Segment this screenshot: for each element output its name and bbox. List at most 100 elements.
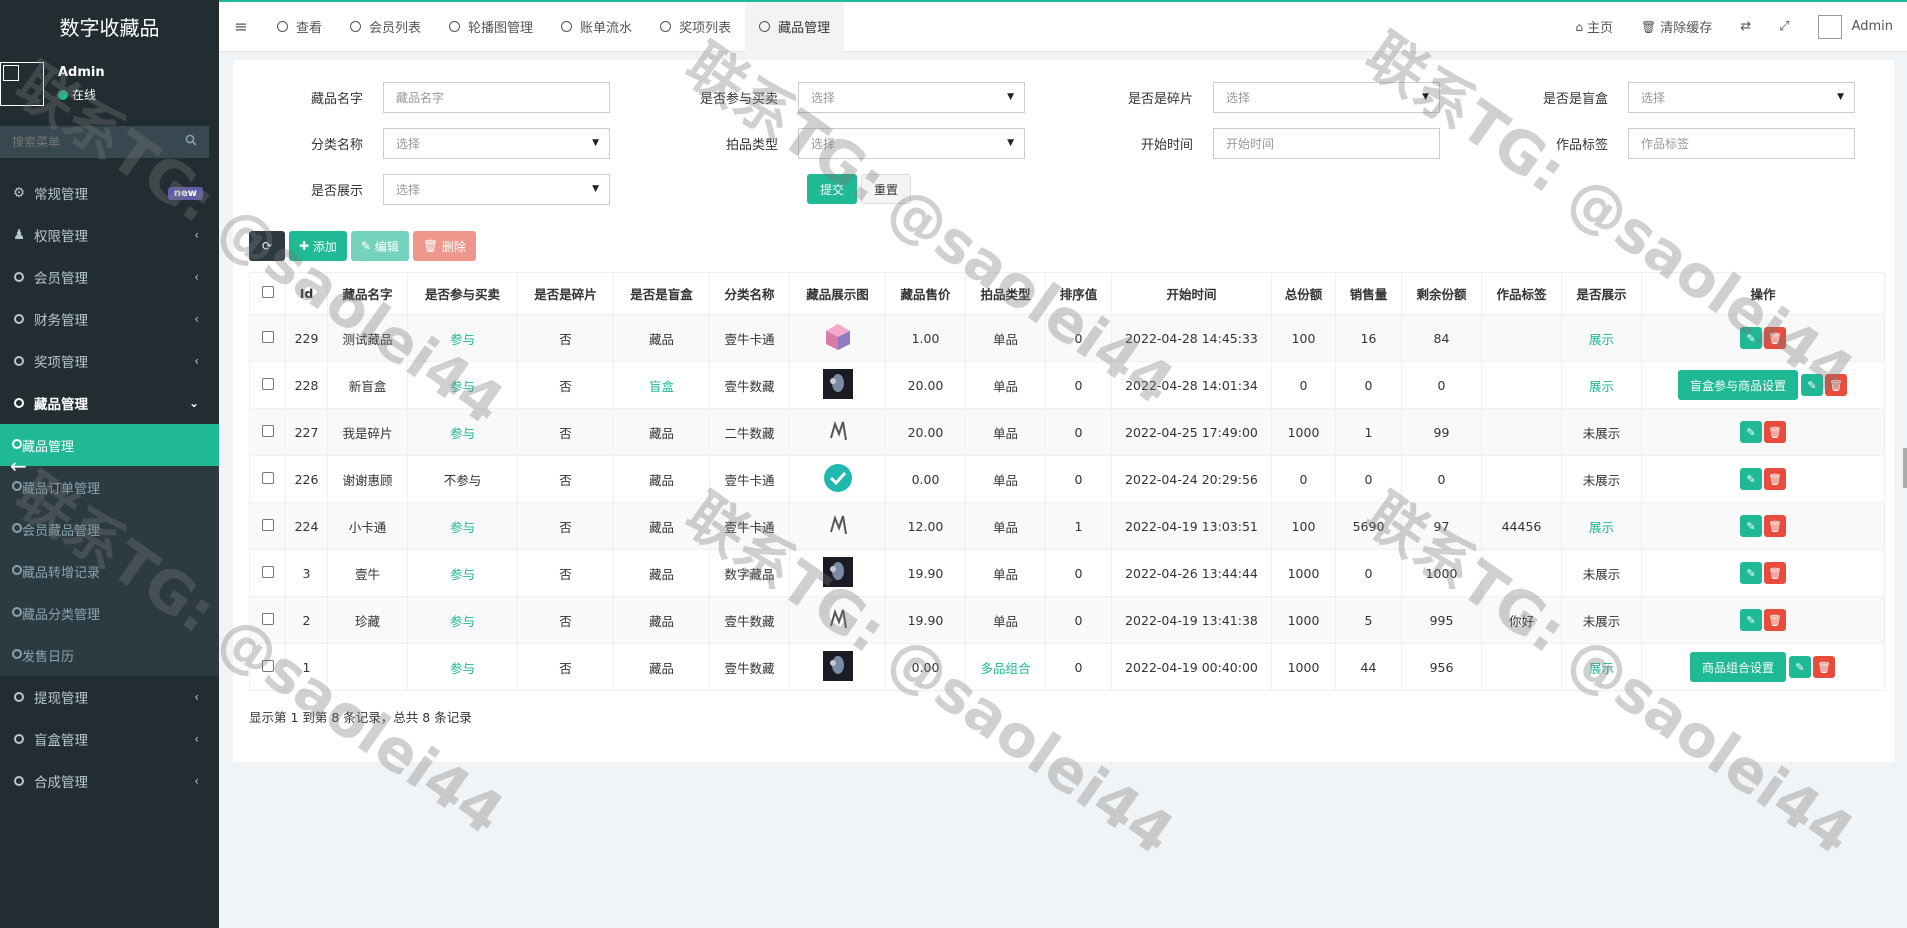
- collection-thumbnail[interactable]: [822, 415, 853, 446]
- col-header[interactable]: 分类名称: [709, 272, 790, 315]
- sidebar-item-member[interactable]: 会员管理 ‹: [0, 256, 219, 298]
- sidebar-subitem-calendar[interactable]: 发售日历: [0, 634, 219, 676]
- sidebar-subitem-transfer[interactable]: 藏品转增记录: [0, 550, 219, 592]
- col-header[interactable]: 是否是碎片: [517, 272, 614, 315]
- row-edit-button[interactable]: ✎: [1789, 656, 1811, 678]
- row-checkbox[interactable]: [261, 471, 274, 484]
- row-checkbox[interactable]: [261, 659, 274, 672]
- col-header[interactable]: 销售量: [1335, 272, 1402, 315]
- row-delete-button[interactable]: 🗑: [1764, 327, 1786, 349]
- sidebar-item-permission[interactable]: ♟ 权限管理 ‹: [0, 214, 219, 256]
- collection-thumbnail[interactable]: [822, 368, 853, 399]
- col-header[interactable]: 拍品类型: [965, 272, 1046, 315]
- sidebar-subitem-collection[interactable]: 藏品管理: [0, 424, 219, 466]
- filter-trade-select[interactable]: 选择: [798, 82, 1025, 113]
- filter-blindbox-select[interactable]: 选择: [1628, 82, 1855, 113]
- reset-button[interactable]: 重置: [861, 174, 911, 204]
- cell-trade[interactable]: 参与: [407, 408, 518, 456]
- col-header[interactable]: 藏品名字: [327, 272, 408, 315]
- row-checkbox[interactable]: [261, 518, 274, 531]
- filter-auction-select[interactable]: 选择: [798, 128, 1025, 159]
- extra-setting-button[interactable]: 商品组合设置: [1689, 652, 1786, 682]
- col-header[interactable]: 开始时间: [1111, 272, 1272, 315]
- row-edit-button[interactable]: ✎: [1740, 515, 1762, 537]
- row-checkbox[interactable]: [261, 612, 274, 625]
- add-button[interactable]: ✚ 添加: [289, 231, 347, 261]
- col-header[interactable]: 作品标签: [1481, 272, 1562, 315]
- row-delete-button[interactable]: 🗑: [1764, 468, 1786, 490]
- row-edit-button[interactable]: ✎: [1740, 327, 1762, 349]
- sidebar-search-input[interactable]: [0, 126, 209, 158]
- home-link[interactable]: ⌂ 主页: [1561, 17, 1627, 37]
- table-row[interactable]: 229 测试藏品 参与否藏品 壹牛卡通 1.00 单品 0 2022-04-28 14:45:…: [249, 314, 1885, 362]
- collection-thumbnail[interactable]: [822, 556, 853, 587]
- col-header[interactable]: 剩余份额: [1401, 272, 1482, 315]
- cell-show[interactable]: 展示: [1561, 502, 1642, 550]
- col-header[interactable]: 排序值: [1045, 272, 1112, 315]
- filter-category-select[interactable]: 选择: [383, 128, 610, 159]
- col-header[interactable]: 藏品展示图: [789, 272, 886, 315]
- filter-fragment-select[interactable]: 选择: [1213, 82, 1440, 113]
- cell-box[interactable]: 盲盒: [613, 361, 710, 409]
- col-header[interactable]: 是否参与买卖: [407, 272, 518, 315]
- sidebar-subitem-orders[interactable]: 藏品订单管理: [0, 466, 219, 508]
- row-edit-button[interactable]: ✎: [1740, 468, 1762, 490]
- fullscreen-icon[interactable]: ⤢: [1765, 19, 1803, 34]
- edit-button[interactable]: ✎ 编辑: [350, 231, 409, 261]
- sidebar-item-withdraw[interactable]: 提现管理 ‹: [0, 676, 219, 718]
- cell-show[interactable]: 展示: [1561, 643, 1642, 691]
- select-all-checkbox[interactable]: [261, 286, 274, 298]
- table-row[interactable]: 226 谢谢惠顾 不参与否藏品 壹牛卡通 0.00 单品 0 2022-04-24 20:29…: [249, 455, 1885, 503]
- table-row[interactable]: 227 我是碎片 参与否藏品 二牛数藏 20.00 单品 0 2022-04-25 17:49…: [249, 408, 1885, 456]
- col-header[interactable]: 是否展示: [1561, 272, 1642, 315]
- cell-trade[interactable]: 参与: [407, 643, 518, 691]
- search-icon[interactable]: [185, 134, 197, 146]
- collection-thumbnail[interactable]: [822, 509, 853, 540]
- tab-member-list[interactable]: 会员列表: [336, 2, 435, 52]
- row-edit-button[interactable]: ✎: [1740, 421, 1762, 443]
- collection-thumbnail[interactable]: [823, 463, 853, 493]
- tab-view[interactable]: 查看: [263, 2, 336, 52]
- filter-start-input[interactable]: 开始时间: [1213, 128, 1440, 159]
- table-row[interactable]: 3 壹牛 参与否藏品 数字藏品 19.90 单品 0 2022-04-26 13:44:44 1…: [249, 549, 1885, 597]
- cell-trade[interactable]: 参与: [407, 596, 518, 644]
- refresh-button[interactable]: ⟳: [249, 231, 285, 261]
- table-row[interactable]: 228 新盲盒 参与否盲盒 壹牛数藏 20.00 单品 0 2022-04-28 14:01:…: [249, 361, 1885, 409]
- sidebar-item-general[interactable]: ⚙ 常规管理 new: [0, 172, 219, 214]
- collection-thumbnail[interactable]: [823, 322, 853, 352]
- col-header[interactable]: Id: [285, 272, 328, 315]
- translate-icon[interactable]: ⇄: [1726, 19, 1765, 34]
- cell-trade[interactable]: 参与: [407, 314, 518, 362]
- sidebar-item-finance[interactable]: 财务管理 ‹: [0, 298, 219, 340]
- cell-trade[interactable]: 参与: [407, 361, 518, 409]
- menu-toggle-icon[interactable]: ≡: [219, 17, 263, 36]
- row-delete-button[interactable]: 🗑: [1825, 374, 1847, 396]
- row-delete-button[interactable]: 🗑: [1764, 515, 1786, 537]
- row-checkbox[interactable]: [261, 424, 274, 437]
- row-delete-button[interactable]: 🗑: [1764, 562, 1786, 584]
- col-header[interactable]: 藏品售价: [885, 272, 966, 315]
- row-edit-button[interactable]: ✎: [1740, 562, 1762, 584]
- sidebar-subitem-category[interactable]: 藏品分类管理: [0, 592, 219, 634]
- col-header[interactable]: 总份额: [1271, 272, 1336, 315]
- tab-banner[interactable]: 轮播图管理: [435, 2, 547, 52]
- tab-prize-list[interactable]: 奖项列表: [646, 2, 745, 52]
- tab-collection[interactable]: 藏品管理: [745, 1, 845, 52]
- arrow-left-icon[interactable]: ←: [10, 454, 27, 478]
- cell-trade[interactable]: 参与: [407, 549, 518, 597]
- sidebar-item-blindbox[interactable]: 盲盒管理 ‹: [0, 718, 219, 760]
- filter-name-input[interactable]: 藏品名字: [383, 82, 610, 113]
- clear-cache-button[interactable]: 🗑 清除缓存: [1627, 17, 1726, 37]
- sidebar-item-collection[interactable]: 藏品管理 ⌄: [0, 382, 219, 424]
- row-delete-button[interactable]: 🗑: [1813, 656, 1835, 678]
- filter-show-select[interactable]: 选择: [383, 174, 610, 205]
- row-edit-button[interactable]: ✎: [1801, 374, 1823, 396]
- scrollbar[interactable]: [1903, 448, 1907, 488]
- row-checkbox[interactable]: [261, 377, 274, 390]
- table-row[interactable]: 1 参与否藏品 壹牛数藏 0.00 多品组合 0 2022-04-19 00:40:00 10…: [249, 643, 1885, 691]
- collection-thumbnail[interactable]: [822, 603, 853, 634]
- cell-type[interactable]: 多品组合: [965, 643, 1046, 691]
- submit-button[interactable]: 提交: [807, 174, 857, 204]
- sidebar-item-prize[interactable]: 奖项管理 ‹: [0, 340, 219, 382]
- row-delete-button[interactable]: 🗑: [1764, 421, 1786, 443]
